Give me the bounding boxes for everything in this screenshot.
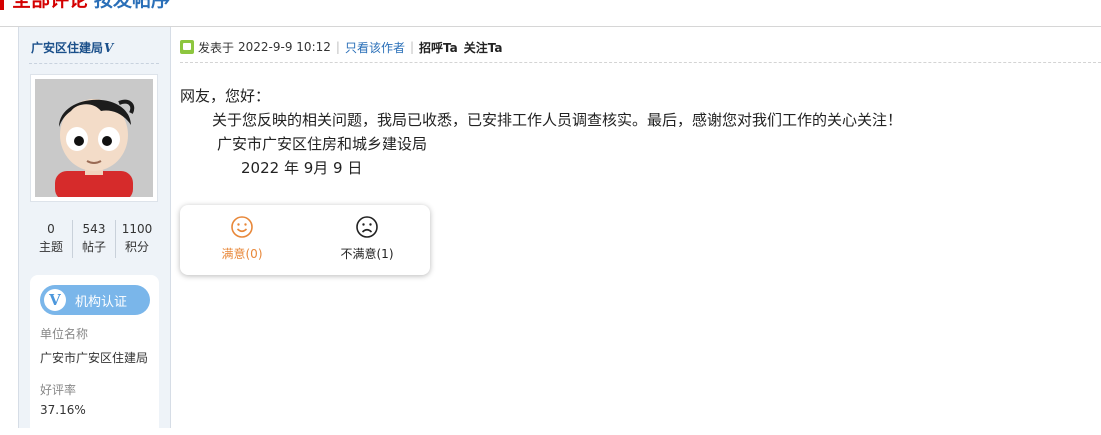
unsatisfied-label: 不满意(1) bbox=[340, 247, 394, 261]
unit-name-label: 单位名称 bbox=[40, 327, 89, 341]
post-timestamp: 2022-9-9 10:12 bbox=[238, 40, 331, 54]
post-paragraph: 关于您反映的相关问题，我局已收悉，已安排工作人员调查核实。最后，感谢您对我们工作… bbox=[212, 111, 903, 129]
divider bbox=[180, 62, 1101, 63]
stat-label: 积分 bbox=[124, 240, 149, 254]
unsatisfied-button[interactable]: 不满意(1) bbox=[312, 215, 422, 262]
separator: | bbox=[335, 40, 340, 54]
verified-v-icon: V bbox=[44, 289, 66, 311]
post-content: 网友，您好： 关于您反映的相关问题，我局已收悉，已安排工作人员调查核实。最后，感… bbox=[180, 84, 902, 180]
cert-badge-label: 机构认证 bbox=[75, 294, 128, 310]
greet-button[interactable]: 招呼Ta bbox=[419, 39, 458, 56]
unsatisfied-face-icon bbox=[356, 216, 378, 238]
stat-label: 帖子 bbox=[81, 240, 106, 254]
avatar[interactable] bbox=[30, 74, 158, 202]
posted-prefix: 发表于 bbox=[198, 40, 235, 55]
institution-cert-card: V 机构认证 单位名称 广安市广安区住建局 好评率 37.16% bbox=[30, 275, 159, 435]
satisfied-label: 满意(0) bbox=[221, 247, 263, 261]
satisfied-face-icon bbox=[231, 216, 253, 238]
institution-cert-badge: V 机构认证 bbox=[40, 285, 150, 315]
sort-by-post-link[interactable]: 按发帖序 bbox=[94, 0, 170, 11]
post-date: 2022 年 9月 9 日 bbox=[241, 159, 363, 177]
rating-value: 37.16% bbox=[40, 403, 86, 417]
rating-label: 好评率 bbox=[40, 383, 77, 397]
stat-points[interactable]: 1100 积分 bbox=[115, 220, 158, 258]
avatar-illustration bbox=[35, 79, 153, 197]
post-signature: 广安市广安区住房和城乡建设局 bbox=[217, 135, 428, 153]
comments-heading: 全部评论 按发帖序 bbox=[0, 0, 1101, 12]
all-comments-title: 全部评论 bbox=[12, 0, 89, 11]
satisfaction-rating: 满意(0) 不满意(1) bbox=[180, 205, 430, 275]
author-name-link[interactable]: 广安区住建局V bbox=[31, 39, 113, 56]
heading-accent-bar bbox=[0, 0, 4, 10]
stat-topics[interactable]: 0 主题 bbox=[30, 220, 72, 258]
verified-v-icon: V bbox=[104, 41, 114, 55]
divider bbox=[29, 63, 159, 64]
stat-value: 0 bbox=[47, 222, 55, 236]
only-author-link[interactable]: 只看该作者 bbox=[345, 39, 405, 56]
post-greeting: 网友，您好： bbox=[180, 87, 271, 105]
stat-value: 1100 bbox=[121, 222, 153, 236]
follow-button[interactable]: 关注Ta bbox=[464, 39, 503, 56]
stat-value: 543 bbox=[82, 222, 106, 236]
satisfied-button[interactable]: 满意(0) bbox=[187, 215, 297, 262]
separator: | bbox=[409, 40, 414, 54]
author-stats: 0 主题 543 帖子 1100 积分 bbox=[30, 220, 158, 258]
stat-posts[interactable]: 543 帖子 bbox=[72, 220, 115, 258]
stat-label: 主题 bbox=[38, 240, 63, 254]
unit-name-value: 广安市广安区住建局 bbox=[40, 351, 149, 365]
post-icon bbox=[180, 40, 194, 54]
author-sidebar: 广安区住建局V 0 主题 543 帖子 1100 积分 V 机构认证 单位名称 … bbox=[18, 27, 171, 435]
post-meta: 发表于 2022-9-9 10:12 | 只看该作者 | 招呼Ta 关注Ta bbox=[180, 38, 503, 56]
author-name[interactable]: 广安区住建局 bbox=[31, 41, 103, 55]
